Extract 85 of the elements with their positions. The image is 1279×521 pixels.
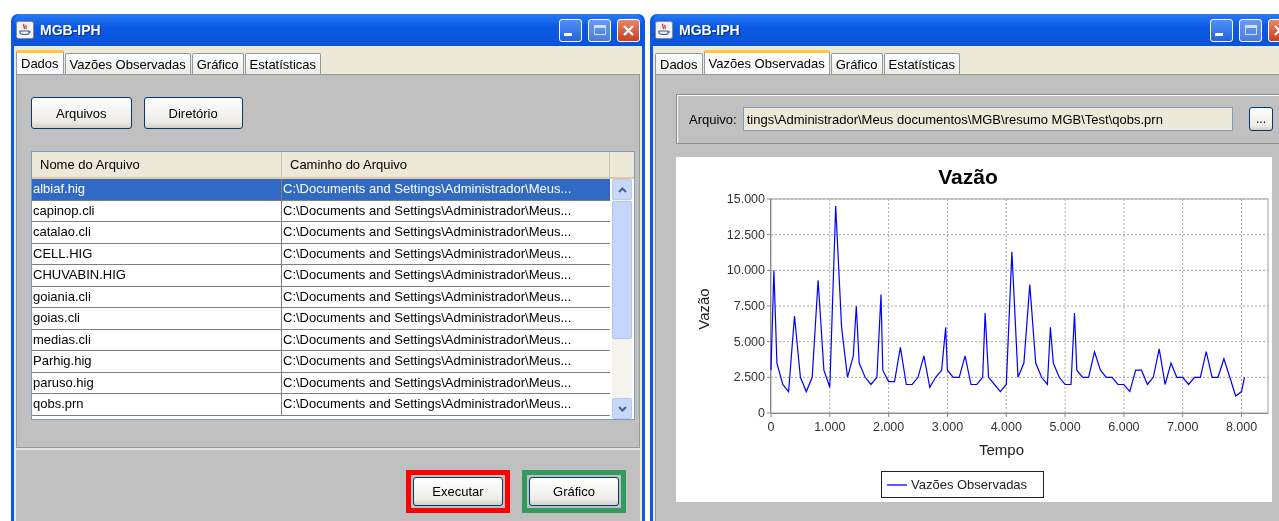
tab[interactable]: Gráfico <box>830 53 883 74</box>
table-cell-text: C:\Documents and Settings\Administrador\Meus... <box>282 352 573 370</box>
button[interactable]: Arquivos <box>31 97 132 129</box>
table-cell: CHUVABIN.HIG <box>32 265 282 286</box>
tab[interactable]: Vazões Observadas <box>64 53 191 74</box>
table-cell: medias.cli <box>32 329 282 350</box>
scroll-up-button[interactable] <box>612 179 632 200</box>
table-cell-text: C:\Documents and Settings\Administrador\Meus... <box>282 266 573 284</box>
tick-label: 7.500 <box>733 299 765 313</box>
table-row[interactable]: goias.cli C:\Documents and Settings\Administrador\Meus... <box>32 308 610 330</box>
tick-label: 0 <box>767 420 775 434</box>
table-row[interactable]: goiania.cli C:\Documents and Settings\Administrador\Meus... <box>32 286 610 308</box>
tab[interactable]: Estatísticas <box>244 53 322 74</box>
column-header[interactable]: Nome do Arquivo <box>32 152 282 177</box>
tick-label: 15.000 <box>726 192 765 206</box>
table-row[interactable]: paruso.hig C:\Documents and Settings\Administrador\Meus... <box>32 372 610 394</box>
close-button[interactable] <box>617 18 640 42</box>
maximize-button[interactable] <box>588 18 611 42</box>
table-cell-text: C:\Documents and Settings\Administrador\Meus... <box>282 244 573 263</box>
tick-label: 8.000 <box>1225 420 1258 434</box>
axis-label: Vazão <box>695 288 712 330</box>
table-row[interactable]: qobs.prn C:\Documents and Settings\Administrador\Meus... <box>32 394 610 416</box>
table-cell: paruso.hig <box>32 372 282 393</box>
button[interactable]: Gráfico <box>529 477 619 506</box>
table-cell-text: C:\Documents and Settings\Administrador\Meus... <box>282 223 573 241</box>
table-cell: goias.cli <box>32 308 282 329</box>
tab[interactable]: Dados <box>655 53 703 74</box>
button[interactable]: Executar <box>413 477 503 506</box>
table-cell: albiaf.hig <box>32 179 282 200</box>
tick-label: 5.000 <box>1049 420 1081 434</box>
tick-label: 10.000 <box>726 263 765 278</box>
table-row[interactable]: CHUVABIN.HIG C:\Documents and Settings\Administrador\Meus... <box>32 265 610 287</box>
tab[interactable]: Vazões Observadas <box>703 50 830 74</box>
table-cell: catalao.cli <box>32 222 282 243</box>
tick-label: 7.000 <box>1167 420 1199 434</box>
table-cell: CELL.HIG <box>32 243 282 264</box>
table-row[interactable]: Parhig.hig C:\Documents and Settings\Administrador\Meus... <box>32 351 610 373</box>
tab[interactable]: Estatísticas <box>883 53 961 74</box>
table-cell-text: C:\Documents and Settings\Administrador\Meus... <box>282 201 573 220</box>
scrollbar[interactable] <box>612 179 632 419</box>
table-cell-text: C:\Documents and Settings\Administrador\Meus... <box>282 287 573 306</box>
table-row[interactable]: catalao.cli C:\Documents and Settings\Administrador\Meus... <box>32 222 610 244</box>
scroll-down-button[interactable] <box>612 398 632 419</box>
table-cell: capinop.cli <box>32 200 282 221</box>
table-row[interactable]: capinop.cli C:\Documents and Settings\Administrador\Meus... <box>32 200 610 222</box>
table-row[interactable]: CELL.HIG C:\Documents and Settings\Administrador\Meus... <box>32 243 610 265</box>
tab[interactable]: Gráfico <box>191 53 244 74</box>
field-label: Arquivo: <box>689 111 737 127</box>
tick-label: 0 <box>758 406 765 420</box>
tick-label: 6.000 <box>1108 420 1140 434</box>
table-cell-text: C:\Documents and Settings\Administrador\Meus... <box>282 373 573 392</box>
axis-label: Tempo <box>979 441 1024 458</box>
tick-label: 4.000 <box>990 420 1022 434</box>
browse-button[interactable]: ... <box>1249 107 1273 131</box>
legend-label: Vazões Observadas <box>911 477 1028 492</box>
table-cell: goiania.cli <box>32 286 282 307</box>
tick-label: 2.000 <box>873 420 905 434</box>
file-path-field[interactable]: tings\Administrador\Meus documentos\MGB\resumo MGB\Test\qobs.prn <box>742 107 1233 131</box>
table-cell: qobs.prn <box>32 394 282 415</box>
table-row[interactable]: medias.cli C:\Documents and Settings\Administrador\Meus... <box>32 329 610 351</box>
maximize-button[interactable] <box>1239 18 1262 42</box>
close-icon <box>622 23 635 37</box>
tick-label: 5.000 <box>733 334 765 349</box>
scroll-thumb[interactable] <box>612 201 632 339</box>
table-cell-text: C:\Documents and Settings\Administrador\Meus... <box>282 309 573 327</box>
minimize-button[interactable] <box>1210 18 1233 42</box>
table-cell-text: C:\Documents and Settings\Administrador\Meus... <box>282 180 573 198</box>
column-header[interactable]: Caminho do Arquivo <box>282 152 610 177</box>
legend: Vazões Observadas <box>881 471 1044 498</box>
table-cell-text: C:\Documents and Settings\Administrador\Meus... <box>282 395 573 413</box>
button[interactable]: Diretório <box>143 97 243 129</box>
tick-label: 2.500 <box>733 370 765 385</box>
tick-label: 12.500 <box>726 227 765 242</box>
table-row[interactable]: albiaf.hig C:\Documents and Settings\Administrador\Meus... <box>32 179 610 201</box>
table-cell-text: C:\Documents and Settings\Administrador\Meus... <box>282 330 573 349</box>
tick-label: 3.000 <box>931 420 964 434</box>
window-title: MGB-IPH <box>679 22 740 38</box>
tab[interactable]: Dados <box>16 50 64 74</box>
chart-title: Vazão <box>938 165 998 188</box>
minimize-button[interactable] <box>559 18 582 42</box>
app-icon <box>655 21 673 39</box>
tick-label: 1.000 <box>814 420 846 434</box>
table-cell: Parhig.hig <box>32 351 282 372</box>
app-icon <box>16 21 34 39</box>
window-title: MGB-IPH <box>40 22 101 38</box>
